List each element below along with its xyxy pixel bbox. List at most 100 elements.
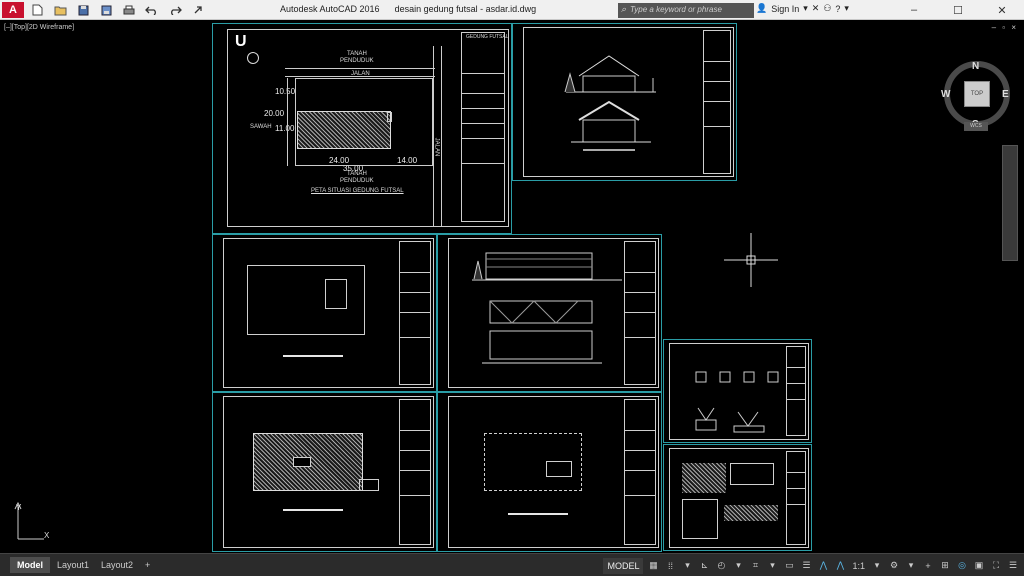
polar-dropdown-icon[interactable]: ▾ bbox=[731, 558, 745, 574]
saveas-icon[interactable] bbox=[96, 2, 116, 18]
lineweight-icon[interactable]: ▭ bbox=[782, 558, 796, 574]
label-jalan-right: JALAN bbox=[433, 137, 440, 157]
user-icon[interactable]: 👤 bbox=[756, 3, 767, 14]
snap-icon[interactable]: ⁞⁞ bbox=[663, 558, 677, 574]
sheet-site-plan[interactable]: U TANAH PENDUDUK JALAN JALAN SAWAH 10.50… bbox=[212, 23, 512, 234]
share-icon[interactable] bbox=[188, 2, 208, 18]
grid-icon[interactable]: ▦ bbox=[646, 558, 660, 574]
navigation-bar[interactable] bbox=[1002, 145, 1018, 261]
infocenter: 👤 Sign In ▾ ✕ ⚇ ? ▾ bbox=[756, 3, 849, 14]
new-icon[interactable] bbox=[27, 2, 47, 18]
redo-icon[interactable] bbox=[165, 2, 185, 18]
scale-dropdown-icon[interactable]: ▾ bbox=[870, 558, 884, 574]
search-input[interactable]: ⌕ Type a keyword or phrase bbox=[618, 3, 754, 18]
viewcube[interactable]: TOP N S E W bbox=[938, 41, 1014, 135]
sheet-roof-plan[interactable] bbox=[212, 392, 437, 552]
add-layout-button[interactable]: + bbox=[138, 557, 157, 573]
title-block bbox=[786, 451, 806, 545]
dim-line-vertical bbox=[287, 78, 288, 166]
sheet-details-2[interactable] bbox=[663, 444, 812, 551]
exchange-icon[interactable]: ✕ bbox=[812, 3, 820, 14]
ucs-x-label: X bbox=[44, 531, 50, 540]
help-button[interactable]: ? bbox=[835, 4, 840, 14]
viewcube-top-face[interactable]: TOP bbox=[964, 81, 990, 107]
tab-model[interactable]: Model bbox=[10, 557, 50, 573]
status-bar: Model Layout1 Layout2 + MODEL ▦ ⁞⁞ ▾ ⊾ ◴… bbox=[0, 553, 1024, 576]
dropdown-icon[interactable]: ▾ bbox=[803, 3, 808, 14]
wcs-menu[interactable]: WCS bbox=[964, 122, 988, 131]
sheet-elevations[interactable] bbox=[512, 23, 737, 181]
polar-icon[interactable]: ◴ bbox=[714, 558, 728, 574]
label-sawah: SAWAH bbox=[250, 124, 272, 130]
tab-layout1[interactable]: Layout1 bbox=[50, 557, 96, 573]
app-logo-icon[interactable]: A bbox=[2, 2, 24, 18]
undo-icon[interactable] bbox=[142, 2, 162, 18]
floor-plan-outline bbox=[247, 265, 365, 335]
plus-icon[interactable]: + bbox=[921, 558, 935, 574]
compass-w[interactable]: W bbox=[941, 89, 950, 100]
workspace-gear-icon[interactable]: ⚙ bbox=[887, 558, 901, 574]
label-tanah-bottom: TANAH bbox=[347, 171, 367, 177]
annotation-visibility-icon[interactable]: ⋀ bbox=[816, 558, 830, 574]
hardware-accel-icon[interactable]: ▣ bbox=[972, 558, 986, 574]
drawing-viewport[interactable]: [–][Top][2D Wireframe] – ▫ × U TANAH PEN… bbox=[0, 21, 1024, 553]
title-block bbox=[624, 399, 656, 545]
maximize-button[interactable]: ☐ bbox=[936, 0, 980, 20]
sheet-floor-plan[interactable] bbox=[212, 234, 437, 392]
road-line-right bbox=[433, 46, 442, 226]
customize-icon[interactable]: ☰ bbox=[1006, 558, 1020, 574]
building-footprint bbox=[297, 111, 391, 149]
detail-hatch-2 bbox=[724, 505, 778, 521]
isolate-icon[interactable]: ◎ bbox=[955, 558, 969, 574]
sheet-foundation-plan[interactable] bbox=[437, 392, 662, 552]
label-penduduk-bottom: PENDUDUK bbox=[340, 178, 374, 184]
drawing-title bbox=[508, 513, 568, 515]
dim-20-00: 20.00 bbox=[264, 109, 285, 118]
detail-hatch bbox=[682, 463, 726, 493]
sign-in-button[interactable]: Sign In bbox=[771, 4, 799, 14]
model-space-button[interactable]: MODEL bbox=[603, 557, 644, 574]
search-icon: ⌕ bbox=[621, 4, 627, 14]
workspace-dropdown-icon[interactable]: ▾ bbox=[904, 558, 918, 574]
label-tanah-top: TANAH bbox=[347, 51, 367, 57]
units-icon[interactable]: ⊞ bbox=[938, 558, 952, 574]
compass-n[interactable]: N bbox=[972, 61, 979, 72]
dim-14-00: 14.00 bbox=[397, 156, 418, 165]
selection-cycling-icon[interactable]: ☰ bbox=[799, 558, 813, 574]
crosshair-cursor bbox=[724, 233, 778, 287]
roof-label-box bbox=[293, 457, 311, 467]
title-block-name: GEDUNG FUTSAL bbox=[466, 34, 509, 40]
help-dropdown-icon[interactable]: ▾ bbox=[844, 3, 849, 14]
minimize-button[interactable]: – bbox=[892, 0, 936, 20]
small-block bbox=[387, 112, 392, 122]
sheet-details-1[interactable] bbox=[663, 339, 812, 443]
window-title: Autodesk AutoCAD 2016 desain gedung futs… bbox=[280, 4, 536, 14]
compass-icon bbox=[247, 52, 259, 64]
osnap-dropdown-icon[interactable]: ▾ bbox=[765, 558, 779, 574]
quick-access-toolbar: A bbox=[2, 2, 208, 18]
print-icon[interactable] bbox=[119, 2, 139, 18]
title-block bbox=[786, 346, 806, 436]
tab-layout2[interactable]: Layout2 bbox=[94, 557, 140, 573]
auto-scale-icon[interactable]: ⋀ bbox=[833, 558, 847, 574]
title-block bbox=[703, 30, 731, 174]
title-block: GEDUNG FUTSAL bbox=[461, 32, 509, 222]
sheet-sections[interactable] bbox=[437, 234, 662, 392]
file-name: desain gedung futsal - asdar.id.dwg bbox=[394, 4, 537, 14]
annotation-scale[interactable]: 1:1 bbox=[850, 558, 867, 574]
viewport-controls[interactable]: – ▫ × bbox=[992, 23, 1018, 32]
ortho-icon[interactable]: ⊾ bbox=[697, 558, 711, 574]
open-icon[interactable] bbox=[50, 2, 70, 18]
search-placeholder: Type a keyword or phrase bbox=[630, 5, 722, 14]
status-toggles: MODEL ▦ ⁞⁞ ▾ ⊾ ◴ ▾ ⌗ ▾ ▭ ☰ ⋀ ⋀ 1:1 ▾ ⚙ ▾… bbox=[603, 556, 1024, 575]
save-icon[interactable] bbox=[73, 2, 93, 18]
snap-dropdown-icon[interactable]: ▾ bbox=[680, 558, 694, 574]
osnap-icon[interactable]: ⌗ bbox=[748, 558, 762, 574]
detail-drawing bbox=[695, 371, 779, 433]
north-symbol: U bbox=[235, 33, 247, 50]
compass-e[interactable]: E bbox=[1002, 89, 1009, 100]
close-button[interactable]: ✕ bbox=[980, 0, 1024, 20]
viewport-label[interactable]: [–][Top][2D Wireframe] bbox=[4, 24, 74, 31]
clean-screen-icon[interactable]: ⛶ bbox=[989, 558, 1003, 574]
a360-icon[interactable]: ⚇ bbox=[823, 3, 831, 14]
